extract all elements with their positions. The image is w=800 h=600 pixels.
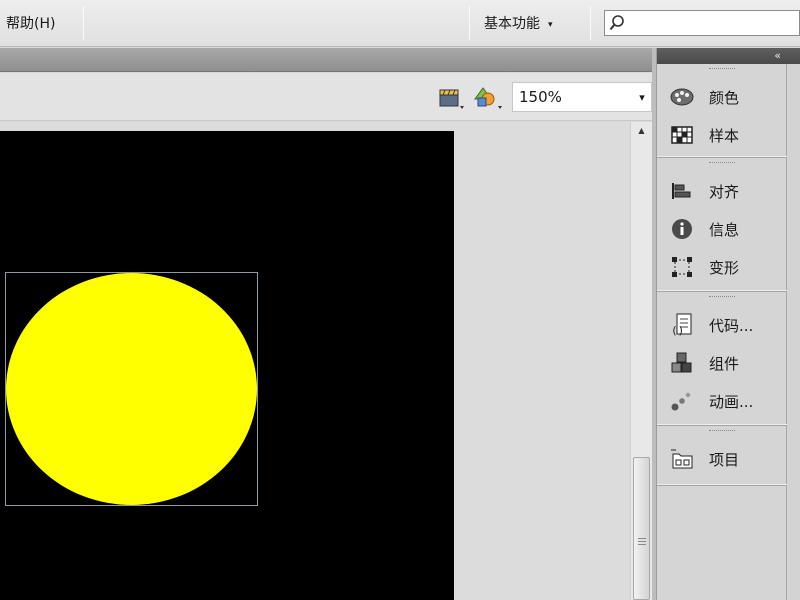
panel-item-label: 对齐 — [709, 182, 740, 201]
grip-icon[interactable] — [709, 296, 735, 298]
panel-item-swatches[interactable]: 样本 — [669, 122, 784, 148]
code-snippet-icon: () — [669, 313, 695, 337]
panel-item-transform[interactable]: 变形 — [669, 254, 784, 280]
grip-icon[interactable] — [709, 162, 735, 164]
panel-item-color[interactable]: 颜色 — [669, 84, 784, 110]
chevron-down-icon: ▾ — [548, 20, 553, 30]
grip-icon — [638, 538, 646, 545]
panel-item-project[interactable]: 项目 — [669, 446, 784, 472]
circle-shape[interactable] — [6, 273, 257, 505]
workspace-switcher[interactable]: 基本功能 ▾ — [484, 11, 553, 35]
menu-separator — [590, 6, 591, 40]
motion-presets-icon — [669, 389, 695, 413]
workspace-label: 基本功能 — [484, 16, 540, 32]
transform-icon — [669, 255, 695, 279]
swatch-grid-icon — [669, 123, 695, 147]
panel-item-label: 颜色 — [709, 88, 740, 107]
grip-icon[interactable] — [709, 68, 735, 70]
chevron-down-icon[interactable]: ▾ — [633, 91, 651, 104]
project-folder-icon — [669, 447, 695, 471]
components-icon — [669, 351, 695, 375]
panel-group: () 代码... 组件 动画... — [657, 292, 787, 426]
search-icon — [609, 14, 625, 36]
panel-item-label: 项目 — [709, 450, 740, 469]
menu-separator — [83, 6, 84, 40]
panel-item-info[interactable]: 信息 — [669, 216, 784, 242]
panel-item-align[interactable]: 对齐 — [669, 178, 784, 204]
align-icon — [669, 179, 695, 203]
dock-column: 颜色 样本 对齐 信息 变形 () 代码... 组件 动画... 项目 — [657, 64, 787, 600]
stage[interactable] — [0, 131, 454, 600]
panel-dock: « 颜色 样本 对齐 信息 变形 () 代码... 组件 动画... 项目 — [656, 48, 800, 600]
zoom-select[interactable]: 150% ▾ — [512, 82, 652, 112]
info-icon — [669, 217, 695, 241]
vertical-scrollbar[interactable]: ▲ — [630, 122, 652, 600]
scrollbar-thumb[interactable] — [633, 457, 650, 600]
scroll-up-arrow-icon[interactable]: ▲ — [631, 122, 652, 140]
panel-group: 项目 — [657, 426, 787, 486]
menu-help[interactable]: 帮助(H) — [6, 13, 55, 33]
search-box[interactable] — [604, 10, 800, 36]
panel-item-code-snippets[interactable]: () 代码... — [669, 312, 784, 338]
dock-header[interactable]: « — [657, 48, 800, 64]
menu-separator — [469, 6, 470, 40]
panel-group: 对齐 信息 变形 — [657, 158, 787, 292]
panel-item-components[interactable]: 组件 — [669, 350, 784, 376]
panel-item-label: 组件 — [709, 354, 740, 373]
panel-item-label: 变形 — [709, 258, 740, 277]
panel-item-label: 代码... — [709, 316, 754, 335]
panel-item-motion-presets[interactable]: 动画... — [669, 388, 784, 414]
canvas-area — [0, 122, 630, 600]
panel-group: 颜色 样本 — [657, 64, 787, 158]
zoom-value: 150% — [519, 88, 562, 106]
document-tab-strip — [0, 48, 656, 72]
menu-bar: 帮助(H) 基本功能 ▾ — [0, 0, 800, 47]
panel-item-label: 动画... — [709, 392, 754, 411]
svg-text:(): () — [671, 324, 684, 337]
panel-item-label: 样本 — [709, 126, 740, 145]
clapperboard-icon[interactable] — [438, 85, 466, 111]
palette-icon — [669, 85, 695, 109]
panel-item-label: 信息 — [709, 220, 740, 239]
grip-icon[interactable] — [709, 430, 735, 432]
shapes-icon[interactable] — [474, 85, 502, 111]
collapse-icon[interactable]: « — [774, 49, 781, 63]
search-input[interactable] — [629, 13, 797, 33]
